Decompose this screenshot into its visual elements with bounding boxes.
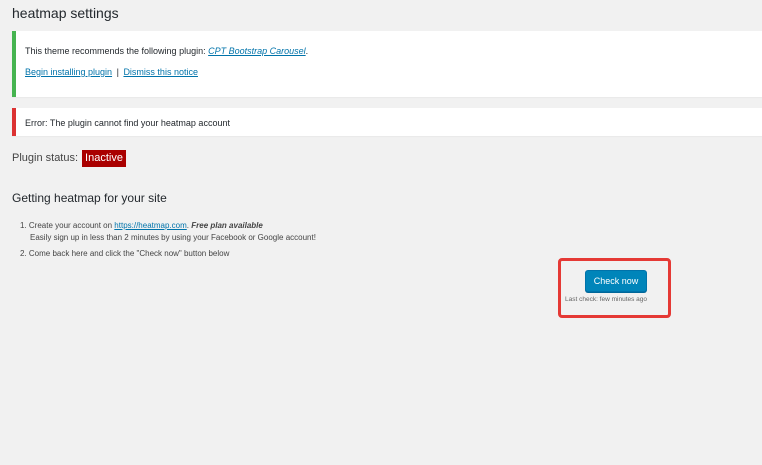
step1-subtext: Easily sign up in less than 2 minutes by… [30,233,316,242]
notice-separator: | [116,67,119,77]
free-plan-text: Free plan available [191,221,263,230]
heatmap-signup-link[interactable]: https://heatmap.com [114,221,186,230]
instruction-list: 1. Create your account on https://heatma… [20,220,316,264]
step1-text: 1. Create your account on [20,221,113,230]
status-badge: Inactive [82,149,126,167]
list-item-step-1: 1. Create your account on https://heatma… [20,220,316,244]
notice-period: . [305,46,309,56]
status-label: Plugin status: [12,152,79,164]
plugin-recommendation-notice: This theme recommends the following plug… [12,31,762,97]
section-title: Getting heatmap for your site [12,191,167,205]
notice-text-line: This theme recommends the following plug… [25,45,762,57]
check-now-button[interactable]: Check now [585,270,647,292]
begin-installing-link[interactable]: Begin installing plugin [25,67,112,77]
error-text: Error: The plugin cannot find your heatm… [25,118,230,128]
plugin-status: Plugin status: Inactive [12,149,126,167]
dismiss-notice-link[interactable]: Dismiss this notice [123,67,198,77]
plugin-link[interactable]: CPT Bootstrap Carousel [208,46,306,56]
notice-actions: Begin installing plugin | Dismiss this n… [25,66,762,78]
page-title: heatmap settings [12,5,119,21]
list-item-step-2: 2. Come back here and click the "Check n… [20,249,230,258]
step1-period: . [186,221,190,230]
notice-text: This theme recommends the following plug… [25,46,206,56]
error-notice: Error: The plugin cannot find your heatm… [12,108,762,136]
last-check-text: Last check: few minutes ago [565,296,648,303]
